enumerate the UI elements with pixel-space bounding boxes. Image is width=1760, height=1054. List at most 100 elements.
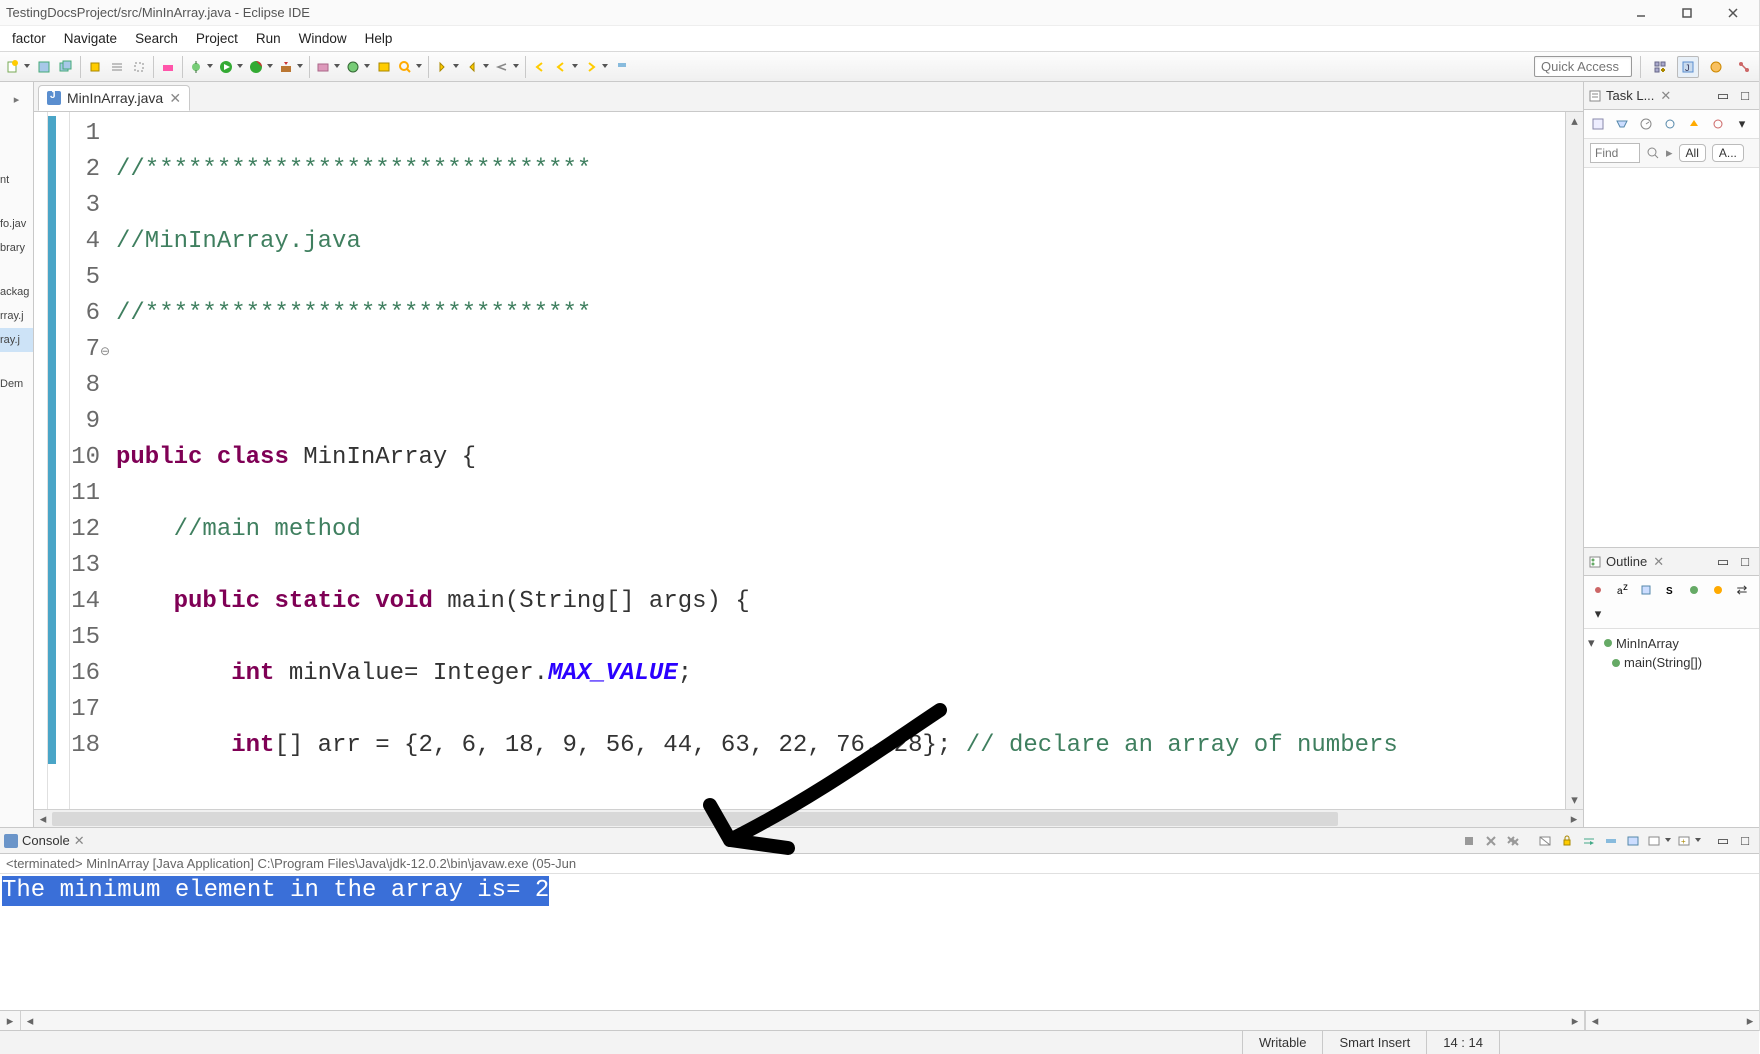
code-editor[interactable]: 1 2 3 4 5 6 7 ⊖ 8 9 10 11 12 13 14 15 16… [34, 112, 1583, 809]
marker-column [34, 112, 48, 809]
outline-method-label: main(String[]) [1624, 655, 1702, 670]
close-outline-button[interactable]: ✕ [1653, 554, 1664, 570]
minimize-view-button[interactable]: ▭ [1713, 86, 1733, 106]
console-tab[interactable]: Console ✕ + ▭ □ [0, 828, 1759, 854]
synchronize-button[interactable] [1660, 114, 1680, 134]
run-button[interactable] [217, 57, 245, 77]
menu-refactor[interactable]: factor [4, 28, 54, 49]
maximize-button[interactable] [1665, 1, 1709, 25]
pe-item[interactable]: Dem [0, 372, 34, 396]
new-package-button[interactable] [314, 57, 342, 77]
pe-item[interactable]: fo.jav [0, 212, 34, 236]
save-all-button[interactable] [56, 57, 76, 77]
restore-left-button[interactable]: ▸ [0, 1013, 20, 1029]
display-selected-console-button[interactable] [1645, 831, 1673, 851]
menu-run[interactable]: Run [248, 28, 289, 49]
focus-outline-button[interactable] [1588, 580, 1608, 600]
pin-editor-button[interactable] [612, 57, 632, 77]
open-type-button[interactable] [85, 57, 105, 77]
console-output[interactable]: The minimum element in the array is= 2 [0, 874, 1759, 1010]
code-content[interactable]: //******************************* //MinI… [106, 112, 1565, 809]
new-class-button[interactable] [344, 57, 372, 77]
menu-navigate[interactable]: Navigate [56, 28, 125, 49]
pe-item[interactable]: brary [0, 236, 34, 260]
pe-item[interactable]: rray.j [0, 304, 34, 328]
editor-horizontal-scrollbar[interactable]: ◂ ▸ [34, 809, 1583, 827]
task-find-input[interactable] [1590, 143, 1640, 163]
forward-button[interactable] [582, 57, 610, 77]
minimize-view-button[interactable]: ▭ [1713, 831, 1733, 851]
close-button[interactable] [1711, 1, 1755, 25]
filter-activate-button[interactable]: A... [1712, 144, 1744, 162]
restore-view-button[interactable]: ▸ [0, 90, 33, 108]
right-hscroll[interactable]: ◂▸ [1585, 1011, 1759, 1030]
pe-item[interactable]: ray.j [0, 328, 34, 352]
editor-vertical-scrollbar[interactable]: ▴ ▾ [1565, 112, 1583, 809]
hide-nonpublic-button[interactable] [1684, 580, 1704, 600]
git-perspective-button[interactable] [1733, 56, 1755, 78]
annotation-next-button[interactable] [463, 57, 491, 77]
collapse-all-button[interactable] [1684, 114, 1704, 134]
categorize-button[interactable] [1612, 114, 1632, 134]
scroll-lock-button[interactable] [1557, 831, 1577, 851]
window-titlebar: TestingDocsProject/src/MinInArray.java -… [0, 0, 1759, 26]
external-tools-button[interactable] [277, 57, 305, 77]
debug-perspective-button[interactable] [1705, 56, 1727, 78]
menu-search[interactable]: Search [127, 28, 186, 49]
back-button[interactable] [530, 57, 550, 77]
minimize-view-button[interactable]: ▭ [1713, 552, 1733, 572]
focus-button[interactable] [1708, 114, 1728, 134]
pe-item[interactable]: nt [0, 168, 34, 192]
maximize-view-button[interactable]: □ [1735, 831, 1755, 851]
new-button[interactable] [4, 57, 32, 77]
remove-all-button[interactable] [1503, 831, 1523, 851]
search-button[interactable] [396, 57, 424, 77]
filter-all-button[interactable]: All [1679, 144, 1706, 162]
maximize-view-button[interactable]: □ [1735, 86, 1755, 106]
hide-local-button[interactable] [1708, 580, 1728, 600]
outline-tree[interactable]: ▾ MinInArray main(String[]) [1584, 629, 1759, 827]
open-console-button[interactable]: + [1675, 831, 1703, 851]
schedule-button[interactable] [1636, 114, 1656, 134]
debug-button[interactable] [187, 57, 215, 77]
coverage-button[interactable] [247, 57, 275, 77]
outline-class-node[interactable]: ▾ MinInArray [1586, 633, 1757, 653]
open-task-button[interactable] [374, 57, 394, 77]
editor-tab-mininarray[interactable]: MinInArray.java ✕ [38, 85, 190, 111]
minimize-button[interactable] [1619, 1, 1663, 25]
toggle-comment-button[interactable] [107, 57, 127, 77]
close-tab-button[interactable]: ✕ [169, 92, 181, 104]
open-perspective-button[interactable] [1649, 56, 1671, 78]
outline-method-node[interactable]: main(String[]) [1586, 653, 1757, 672]
build-button[interactable] [158, 57, 178, 77]
menu-window[interactable]: Window [291, 28, 355, 49]
task-list-body[interactable] [1584, 168, 1759, 547]
block-selection-button[interactable] [129, 57, 149, 77]
sort-button[interactable]: az [1612, 580, 1632, 600]
hide-fields-button[interactable] [1636, 580, 1656, 600]
menu-help[interactable]: Help [357, 28, 401, 49]
close-console-button[interactable]: ✕ [74, 833, 85, 849]
menu-project[interactable]: Project [188, 28, 246, 49]
last-edit-button[interactable] [493, 57, 521, 77]
view-menu-button[interactable]: ▾ [1588, 604, 1608, 624]
maximize-view-button[interactable]: □ [1735, 552, 1755, 572]
back-history-button[interactable] [552, 57, 580, 77]
clear-console-button[interactable] [1535, 831, 1555, 851]
word-wrap-button[interactable] [1579, 831, 1599, 851]
hide-static-button[interactable]: S [1660, 580, 1680, 600]
quick-access-input[interactable] [1534, 56, 1632, 77]
pin-console-button[interactable] [1601, 831, 1621, 851]
close-view-button[interactable]: ✕ [1660, 88, 1671, 104]
show-console-button[interactable] [1623, 831, 1643, 851]
java-perspective-button[interactable]: J [1677, 56, 1699, 78]
remove-launch-button[interactable] [1481, 831, 1501, 851]
view-menu-button[interactable]: ▾ [1732, 114, 1752, 134]
terminate-button[interactable] [1459, 831, 1479, 851]
save-button[interactable] [34, 57, 54, 77]
console-hscroll[interactable]: ◂▸ [20, 1011, 1585, 1030]
annotation-prev-button[interactable] [433, 57, 461, 77]
new-task-button[interactable] [1588, 114, 1608, 134]
link-editor-button[interactable]: ⇄ [1732, 580, 1752, 600]
pe-item[interactable]: ackag [0, 280, 34, 304]
